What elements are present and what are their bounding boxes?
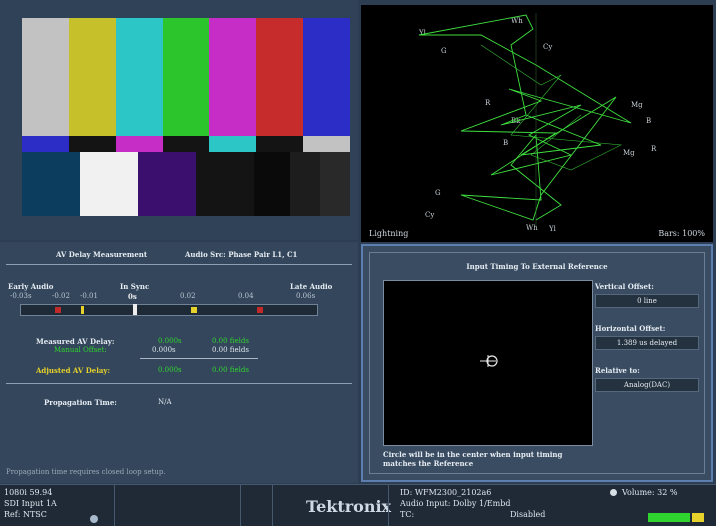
manual-offset-fields: 0.00 fields [212,346,249,354]
lightning-target-label: Yl [548,225,557,233]
bars-level-label: Bars: 100% [658,229,705,238]
alert-indicator-icon [692,513,704,522]
adjusted-label: Adjusted AV Delay: [36,366,111,375]
vertical-offset-label: Vertical Offset: [595,282,654,291]
timecode-label: TC: [400,510,415,519]
adjusted-value: 0.000s [158,366,182,374]
brand-logo: Tektronix [306,497,392,516]
sum-divider [140,358,258,359]
manual-offset-label[interactable]: Manual Offset: [54,346,107,354]
lightning-target-label: G [435,189,441,197]
audio-input: Audio Input: Dolby 1/Embd [400,499,511,508]
sync-marker [133,304,137,315]
lightning-target-label: R [485,99,491,107]
late-audio-label: Late Audio [290,282,333,291]
color-bar [209,18,257,136]
video-format: 1080i 59.94 [4,488,53,497]
scale-tick-label: 0.02 [180,292,196,300]
timing-title: Input Timing To External Reference [466,262,608,271]
lightning-target-label: G [441,47,447,55]
input-source: SDI Input 1A [4,499,57,508]
color-bars-picture [22,18,350,216]
instrument-id: ID: WFM2300_2102a6 [400,488,492,497]
horizontal-offset-value: 1.389 us delayed [595,336,699,350]
lightning-target-label: Mg [631,101,643,109]
scale-tick-label: -0.01 [80,292,98,300]
footnote: Propagation time requires closed loop se… [6,468,166,476]
pluge-block [22,152,80,216]
measured-label: Measured AV Delay: [36,337,115,346]
color-bar [22,18,69,136]
adjusted-fields: 0.00 fields [212,366,249,374]
lightning-display: YlGWhCyR MgBBkBMgGCyWh YlR [418,13,657,233]
lightning-tile[interactable]: Yl G Wh Cy R Mg B Bk B Mg G Cy Wh Yl R Lightning Bars:… [361,5,713,242]
castellation-bar [22,136,69,152]
scale-tick-label: 0.04 [238,292,254,300]
color-bar [303,18,350,136]
color-bar [162,18,210,136]
measured-fields: 0.00 fields [212,337,249,345]
castellation-bar [68,136,116,152]
lightning-target-label: Wh [511,17,523,25]
lightning-target-label: Cy [425,211,434,219]
lightning-target-label: Yl [418,29,427,37]
color-bar [115,18,163,136]
av-title: AV Delay Measurement [56,250,148,259]
scale-tick-label: 0.06s [296,292,316,300]
color-bar [68,18,116,136]
scale-tick-label: -0.03s [10,292,32,300]
color-bar [256,18,304,136]
manual-offset-value[interactable]: 0.000s [152,346,176,354]
relative-to-value[interactable]: Analog(DAC) [595,378,699,392]
divider [6,383,352,384]
lightning-trace [418,14,632,176]
scale-tick-label: -0.02 [52,292,70,300]
status-meter [648,513,690,522]
input-timing-tile[interactable]: Input Timing To External Reference Verti… [361,244,713,482]
vertical-offset-value: 0 line [595,294,699,308]
pluge-block [290,152,320,216]
early-audio-label: Early Audio [8,282,54,291]
lightning-target-label: Mg [623,149,635,157]
lightning-target-label: B [503,139,508,147]
pluge-block [254,152,290,216]
timecode-value: Disabled [510,510,546,519]
pluge-block [138,152,196,216]
measured-value: 0.000s [158,337,182,345]
delay-scale-bar [20,304,318,316]
horizontal-offset-label: Horizontal Offset: [595,324,666,333]
lightning-target-label: Cy [543,43,552,51]
divider [6,264,352,265]
timing-display [383,280,593,446]
av-delay-tile[interactable]: AV Delay Measurement Audio Src: Phase Pa… [0,242,358,483]
propagation-label: Propagation Time: [44,398,117,407]
castellation-bar [209,136,257,152]
volume-level: Volume: 32 % [622,488,678,497]
waveform-monitor-screen: Yl G Wh Cy R Mg B Bk B Mg G Cy Wh Yl R Lightning Bars:… [0,0,716,526]
in-sync-label: In Sync [120,282,150,291]
castellation-bar [256,136,304,152]
picture-tile[interactable] [0,0,358,240]
audio-source: Audio Src: Phase Pair L1, C1 [185,250,298,259]
reference-source: Ref: NTSC [4,510,47,519]
lightning-target-label: B [646,117,651,125]
lightning-target-label: R [651,145,657,153]
pluge-block [196,152,254,216]
status-bar: 1080i 59.94 SDI Input 1A Ref: NTSC Tektr… [0,484,716,526]
scale-tick-label: 0s [128,292,137,301]
castellation-bar [303,136,350,152]
volume-icon [610,489,617,496]
input-indicator-icon [90,515,98,523]
castellation-bar [162,136,210,152]
pluge-block [80,152,138,216]
lightning-target-label: Wh [526,224,538,232]
pluge-block [320,152,350,216]
timing-note: Circle will be in the center when input … [383,450,563,468]
propagation-value: N/A [158,398,172,406]
lightning-label: Lightning [369,229,409,238]
relative-to-label: Relative to: [595,366,640,375]
castellation-bar [115,136,163,152]
